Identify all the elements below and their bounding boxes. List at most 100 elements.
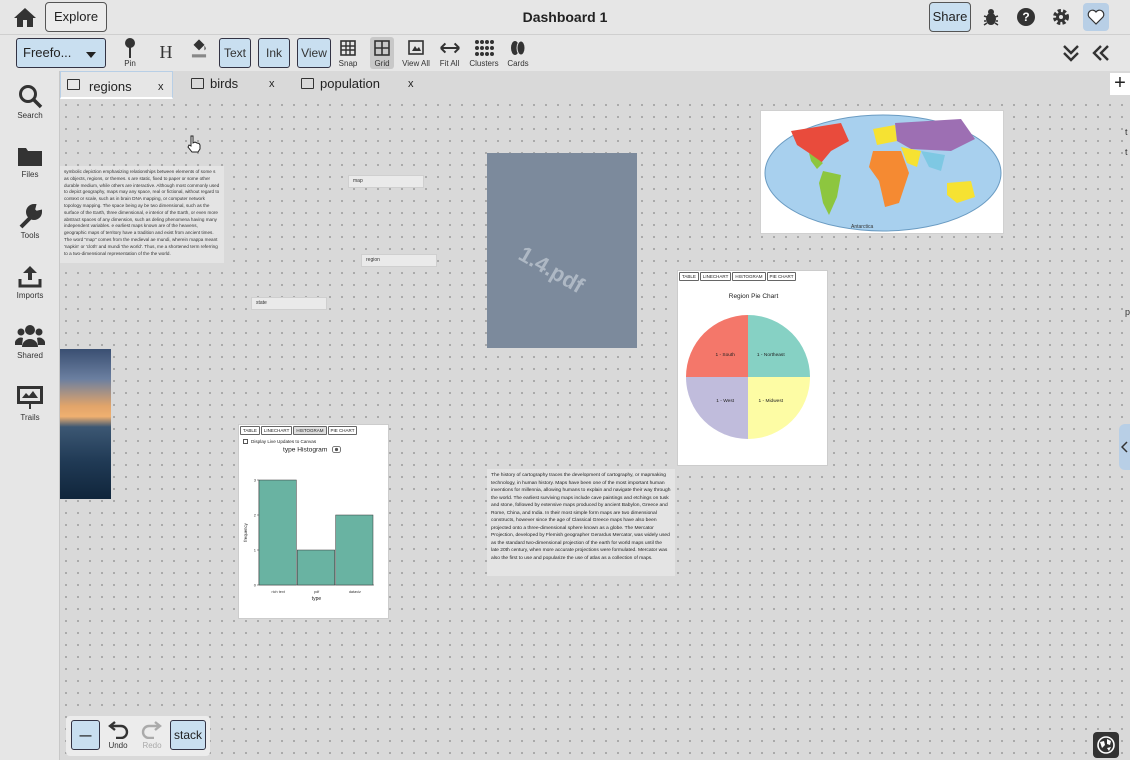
tab-histogram[interactable]: HISTOGRAM — [293, 426, 327, 435]
svg-text:Antarctica: Antarctica — [851, 224, 873, 230]
clusters-tool[interactable]: Clusters — [469, 37, 499, 69]
cards-label: Cards — [507, 59, 529, 68]
ink-tool-button[interactable]: Ink — [258, 38, 290, 68]
view-button[interactable]: View — [297, 38, 331, 68]
explore-button[interactable]: Explore — [45, 2, 108, 32]
tab-pie-chart[interactable]: PIE CHART — [327, 426, 358, 435]
histogram-bar — [297, 549, 335, 586]
sidebar-item-label: Tools — [20, 231, 40, 240]
header-tool[interactable]: H — [156, 37, 176, 69]
collapse-button[interactable]: — — [71, 720, 100, 750]
x-tick-label: rich text — [272, 590, 286, 594]
hand-cursor-icon — [187, 135, 201, 153]
add-tab-button[interactable]: + — [1110, 73, 1130, 95]
state-label-box[interactable]: state — [251, 297, 327, 310]
sidebar-item-shared[interactable]: Shared — [0, 323, 60, 360]
histogram-chart: 0 1 2 3 rich text pdf dataviz type frequency — [243, 478, 374, 602]
sidebar-item-label: Files — [21, 170, 39, 179]
redo-button[interactable]: Redo — [140, 719, 164, 750]
tab-linechart[interactable]: LINECHART — [260, 426, 293, 435]
clusters-label: Clusters — [469, 59, 499, 68]
app-window: Explore Dashboard 1 Share ? Freefo... Pi… — [0, 0, 1130, 760]
cartography-text-document[interactable]: The history of cartography traces the de… — [487, 469, 675, 576]
world-map-image[interactable]: Antarctica — [760, 110, 1004, 234]
tab-table[interactable]: TABLE — [240, 426, 260, 435]
clusters-icon — [475, 40, 494, 56]
histogram-bar — [335, 514, 374, 586]
undo-button[interactable]: Undo — [106, 719, 130, 750]
tab-close-button[interactable]: x — [408, 72, 414, 96]
map-label-box[interactable]: map — [348, 175, 424, 188]
bottom-controls: — Undo Redo stack — [66, 716, 210, 756]
stack-button[interactable]: stack — [170, 720, 206, 750]
tab-bar: regions x birds x population x — [60, 71, 1130, 99]
share-button[interactable]: Share — [929, 2, 971, 32]
x-tick-label: dataviz — [349, 590, 361, 594]
redo-icon — [141, 721, 162, 740]
pie-slice-label: 1 - Midwest — [759, 398, 784, 404]
tab-close-button[interactable]: x — [158, 75, 164, 99]
live-updates-checkbox[interactable]: Display Live Updates to Canvas — [243, 439, 316, 445]
tab-linechart[interactable]: LINECHART — [699, 272, 732, 281]
sidebar-item-trails[interactable]: Trails — [0, 383, 60, 422]
tab-population[interactable]: population x — [295, 71, 420, 98]
tab-table[interactable]: TABLE — [679, 272, 699, 281]
view-all-label: View All — [402, 59, 430, 68]
pie-slice-label: 1 - Northeast — [757, 352, 785, 358]
collapse-left-icon[interactable] — [1092, 43, 1110, 63]
tab-regions[interactable]: regions x — [60, 71, 173, 99]
snap-tool[interactable]: Snap — [337, 37, 359, 69]
heart-button[interactable] — [1083, 3, 1109, 31]
top-bar: Explore Dashboard 1 Share ? — [0, 0, 1130, 35]
heart-icon — [1087, 9, 1105, 25]
sidebar-item-tools[interactable]: Tools — [0, 203, 60, 240]
pdf-filename: 1.4.pdf — [514, 241, 589, 299]
tab-birds[interactable]: birds x — [185, 71, 285, 98]
checkbox-box[interactable] — [243, 439, 248, 445]
view-all-tool[interactable]: View All — [402, 37, 430, 69]
sunset-ocean-image[interactable] — [60, 349, 111, 499]
pie-slice — [686, 377, 748, 439]
world-map-graphic: Antarctica — [764, 114, 1002, 232]
y-axis-label: frequency — [243, 522, 248, 541]
fit-all-tool[interactable]: Fit All — [437, 37, 462, 69]
upload-icon — [18, 266, 42, 288]
pie-chart-panel[interactable]: TABLE LINECHART HISTOGRAM PIE CHART Region … — [677, 270, 828, 466]
folder-icon — [18, 148, 42, 166]
pdf-document[interactable]: 1.4.pdf — [487, 153, 637, 348]
sidebar-item-files[interactable]: Files — [0, 144, 60, 179]
collection-icon — [67, 79, 80, 90]
grid-tool[interactable]: Grid — [370, 37, 394, 69]
settings-toggle-icon[interactable] — [332, 446, 342, 453]
bug-icon[interactable] — [981, 7, 1001, 27]
cards-tool[interactable]: Cards — [507, 37, 529, 69]
tab-histogram[interactable]: HISTOGRAM — [732, 272, 766, 281]
pin-tool[interactable]: Pin — [121, 37, 139, 69]
globe-icon — [1097, 736, 1115, 754]
fill-tool[interactable] — [187, 37, 211, 69]
pie-slice — [686, 315, 748, 377]
sidebar-item-imports[interactable]: Imports — [0, 263, 60, 300]
tab-close-button[interactable]: x — [269, 72, 275, 96]
wiki-text-document[interactable]: symbolic depiction emphasizing relations… — [60, 166, 224, 263]
collapse-down-icon[interactable] — [1062, 43, 1080, 63]
grid-label: Grid — [374, 59, 390, 68]
pie-chart: 1 - South 1 - Northeast 1 - Midwest 1 - Wes… — [686, 315, 810, 439]
histogram-panel[interactable]: TABLE LINECHART HISTOGRAM PIE CHART Display… — [238, 424, 389, 619]
gear-icon[interactable] — [1051, 7, 1071, 27]
help-icon[interactable]: ? — [1016, 7, 1036, 27]
sidebar-item-search[interactable]: Search — [0, 83, 60, 120]
svg-text:?: ? — [1022, 10, 1029, 24]
offscreen-text-fragment: p — [1125, 307, 1130, 317]
freeform-canvas[interactable]: symbolic depiction emphasizing relations… — [60, 99, 1130, 760]
tab-pie-chart[interactable]: PIE CHART — [766, 272, 797, 281]
view-all-icon — [408, 40, 424, 55]
globe-button[interactable] — [1093, 732, 1119, 758]
chevron-down-icon — [86, 52, 96, 58]
text-tool-button[interactable]: Text — [219, 38, 251, 68]
region-label-box[interactable]: region — [361, 254, 437, 267]
right-panel-handle[interactable] — [1119, 424, 1130, 470]
tab-label: birds — [210, 76, 239, 91]
home-icon[interactable] — [12, 6, 38, 28]
mode-dropdown[interactable]: Freefo... — [16, 38, 106, 68]
